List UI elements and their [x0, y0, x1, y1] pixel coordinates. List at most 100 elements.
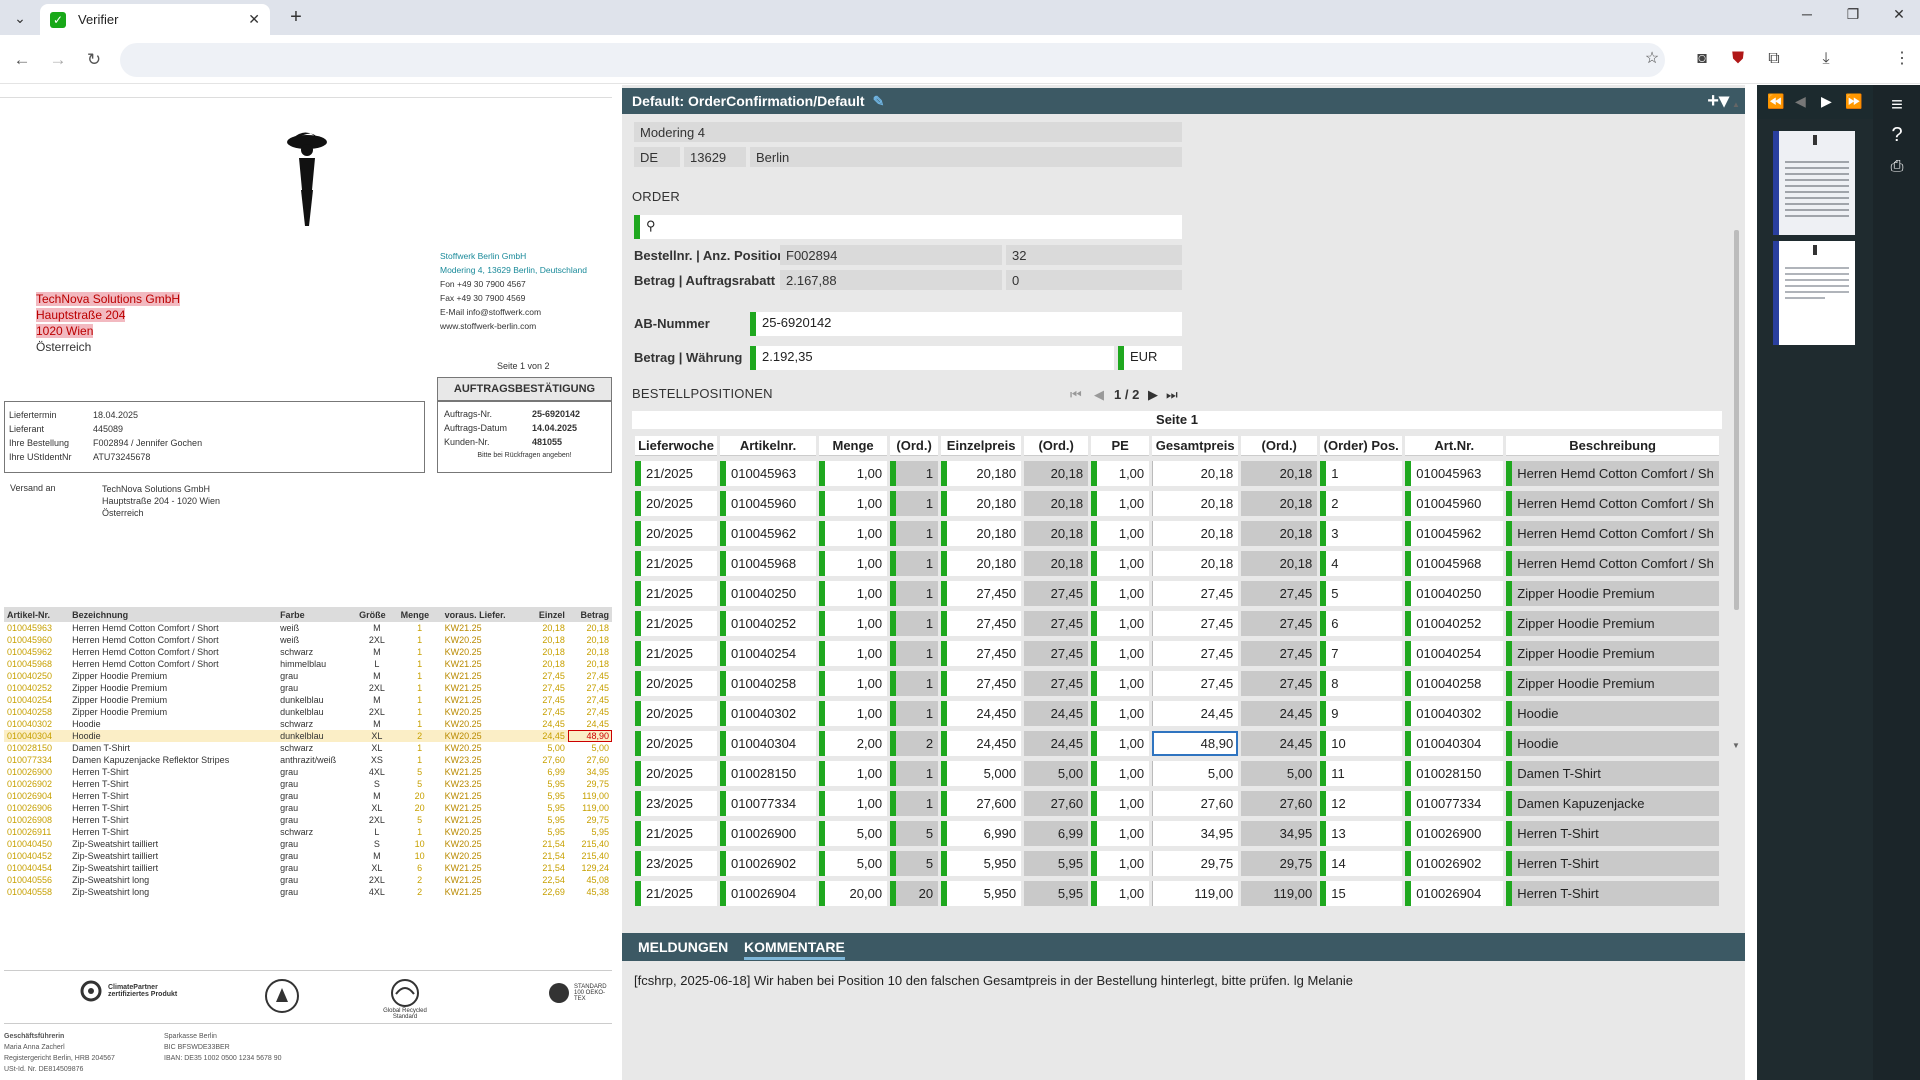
browser-tab[interactable]: ✓ Verifier ✕ [40, 4, 270, 35]
bookmark-star-icon[interactable]: ☆ [1640, 47, 1664, 71]
grid-cell[interactable]: 010040302 [720, 701, 817, 726]
grid-cell[interactable]: 27,45 [1241, 611, 1318, 636]
grid-cell[interactable]: 5 [890, 851, 939, 876]
new-tab-button[interactable]: + [284, 6, 308, 30]
grid-cell[interactable]: Herren T-Shirt [1506, 851, 1719, 876]
bestell-nr-field[interactable]: F002894 [780, 245, 1002, 265]
grid-cell[interactable]: 010040304 [720, 731, 817, 756]
grid-cell[interactable]: 27,600 [941, 791, 1022, 816]
grid-cell[interactable]: 21/2025 [635, 821, 718, 846]
grid-cell[interactable]: 1,00 [1091, 491, 1150, 516]
grid-cell[interactable]: 21/2025 [635, 551, 718, 576]
pager-last-icon[interactable]: ⏭ [1166, 387, 1178, 403]
grid-cell[interactable]: 34,95 [1241, 821, 1318, 846]
grid-cell[interactable]: 11 [1320, 761, 1403, 786]
grid-cell[interactable]: Herren Hemd Cotton Comfort / Sh [1506, 491, 1719, 516]
grid-cell[interactable]: 29,75 [1241, 851, 1318, 876]
print-icon[interactable]: ⎙ [1882, 153, 1912, 181]
grid-cell[interactable]: 1,00 [819, 491, 888, 516]
grid-cell[interactable]: 27,45 [1152, 611, 1239, 636]
thumb-play-icon[interactable]: ▶ [1821, 93, 1832, 110]
grid-cell[interactable]: 1 [890, 551, 939, 576]
grid-cell[interactable]: 20/2025 [635, 701, 718, 726]
grid-cell[interactable]: 27,45 [1241, 581, 1318, 606]
edit-pencil-icon[interactable]: ✎ [873, 88, 885, 114]
betrag-field[interactable]: 2.167,88 [780, 270, 1002, 290]
grid-cell[interactable]: 21/2025 [635, 641, 718, 666]
grid-cell[interactable]: 1,00 [819, 641, 888, 666]
grid-cell[interactable]: Zipper Hoodie Premium [1506, 671, 1719, 696]
grid-cell[interactable]: 20 [890, 881, 939, 906]
grid-cell[interactable]: 24,450 [941, 701, 1022, 726]
grid-cell[interactable]: 24,45 [1241, 731, 1318, 756]
grid-cell[interactable]: 6 [1320, 611, 1403, 636]
tab-kommentare[interactable]: KOMMENTARE [744, 939, 845, 960]
back-icon[interactable]: ← [10, 48, 34, 72]
grid-cell[interactable]: 20/2025 [635, 491, 718, 516]
grid-cell[interactable]: 010077334 [720, 791, 817, 816]
grid-cell[interactable]: 010045962 [720, 521, 817, 546]
grid-cell[interactable]: 1 [890, 491, 939, 516]
grid-cell[interactable]: 010040252 [720, 611, 817, 636]
grid-cell[interactable]: 1,00 [819, 791, 888, 816]
grid-cell[interactable]: 1 [890, 521, 939, 546]
currency-field[interactable]: EUR [1118, 346, 1182, 370]
grid-cell[interactable]: 1,00 [1091, 851, 1150, 876]
grid-cell[interactable]: 010045968 [720, 551, 817, 576]
grid-cell[interactable]: 5,00 [1024, 761, 1089, 786]
grid-cell[interactable]: 20,180 [941, 491, 1022, 516]
grid-cell[interactable]: 20,00 [819, 881, 888, 906]
grid-cell[interactable]: 27,45 [1241, 641, 1318, 666]
grid-cell[interactable]: 27,450 [941, 641, 1022, 666]
betrag-waehrung-field[interactable]: 2.192,35 [750, 346, 1114, 370]
restore-icon[interactable]: ❐ [1839, 6, 1867, 28]
grid-cell[interactable]: 20,18 [1152, 551, 1239, 576]
grid-cell[interactable]: 20,18 [1241, 551, 1318, 576]
address-zip[interactable]: 13629 [684, 147, 746, 167]
forward-icon[interactable]: → [46, 48, 70, 72]
grid-cell[interactable]: 24,450 [941, 731, 1022, 756]
grid-cell[interactable]: 5,950 [941, 851, 1022, 876]
thumbnail-page-2[interactable] [1773, 241, 1855, 345]
grid-cell[interactable]: 20,18 [1152, 491, 1239, 516]
grid-cell[interactable]: 5,000 [941, 761, 1022, 786]
hamburger-menu-icon[interactable]: ≡ [1882, 91, 1912, 119]
grid-cell[interactable]: 010040302 [1405, 701, 1504, 726]
grid-cell[interactable]: 1,00 [1091, 821, 1150, 846]
extension-shield-icon[interactable]: ⛊ [1726, 47, 1750, 71]
extensions-puzzle-icon[interactable]: ⧉ [1762, 47, 1786, 71]
thumbnail-page-1[interactable] [1773, 131, 1855, 235]
grid-cell[interactable]: 27,60 [1152, 791, 1239, 816]
grid-cell[interactable]: 010045960 [1405, 491, 1504, 516]
reload-icon[interactable]: ↻ [82, 48, 106, 72]
grid-cell[interactable]: 5,00 [1241, 761, 1318, 786]
grid-cell[interactable]: 010045962 [1405, 521, 1504, 546]
grid-cell[interactable]: 5,00 [819, 821, 888, 846]
grid-cell[interactable]: 1,00 [1091, 641, 1150, 666]
grid-cell[interactable]: 21/2025 [635, 581, 718, 606]
grid-cell[interactable]: 010026904 [1405, 881, 1504, 906]
grid-cell[interactable]: Herren T-Shirt [1506, 881, 1719, 906]
grid-cell[interactable]: 27,60 [1241, 791, 1318, 816]
grid-cell[interactable]: 21/2025 [635, 881, 718, 906]
grid-cell[interactable]: 5,950 [941, 881, 1022, 906]
grid-cell[interactable]: 5,00 [1152, 761, 1239, 786]
grid-cell[interactable]: 5 [890, 821, 939, 846]
thumb-prev-icon[interactable]: ◀ [1795, 93, 1806, 110]
grid-cell[interactable]: 010028150 [1405, 761, 1504, 786]
tab-meldungen[interactable]: MELDUNGEN [638, 939, 728, 955]
grid-cell[interactable]: 14 [1320, 851, 1403, 876]
grid-cell[interactable]: Damen T-Shirt [1506, 761, 1719, 786]
tab-close-icon[interactable]: ✕ [248, 11, 260, 28]
grid-cell[interactable]: 1 [890, 701, 939, 726]
address-country[interactable]: DE [634, 147, 680, 167]
grid-cell[interactable]: 27,60 [1024, 791, 1089, 816]
address-street[interactable]: Modering 4 [634, 122, 1182, 142]
grid-cell[interactable]: 27,45 [1152, 641, 1239, 666]
grid-cell[interactable]: 1,00 [819, 761, 888, 786]
grid-cell[interactable]: 27,450 [941, 611, 1022, 636]
grid-cell[interactable]: 12 [1320, 791, 1403, 816]
grid-cell[interactable]: Herren Hemd Cotton Comfort / Sh [1506, 461, 1719, 486]
grid-cell[interactable]: 2,00 [819, 731, 888, 756]
grid-cell[interactable]: 1 [890, 671, 939, 696]
